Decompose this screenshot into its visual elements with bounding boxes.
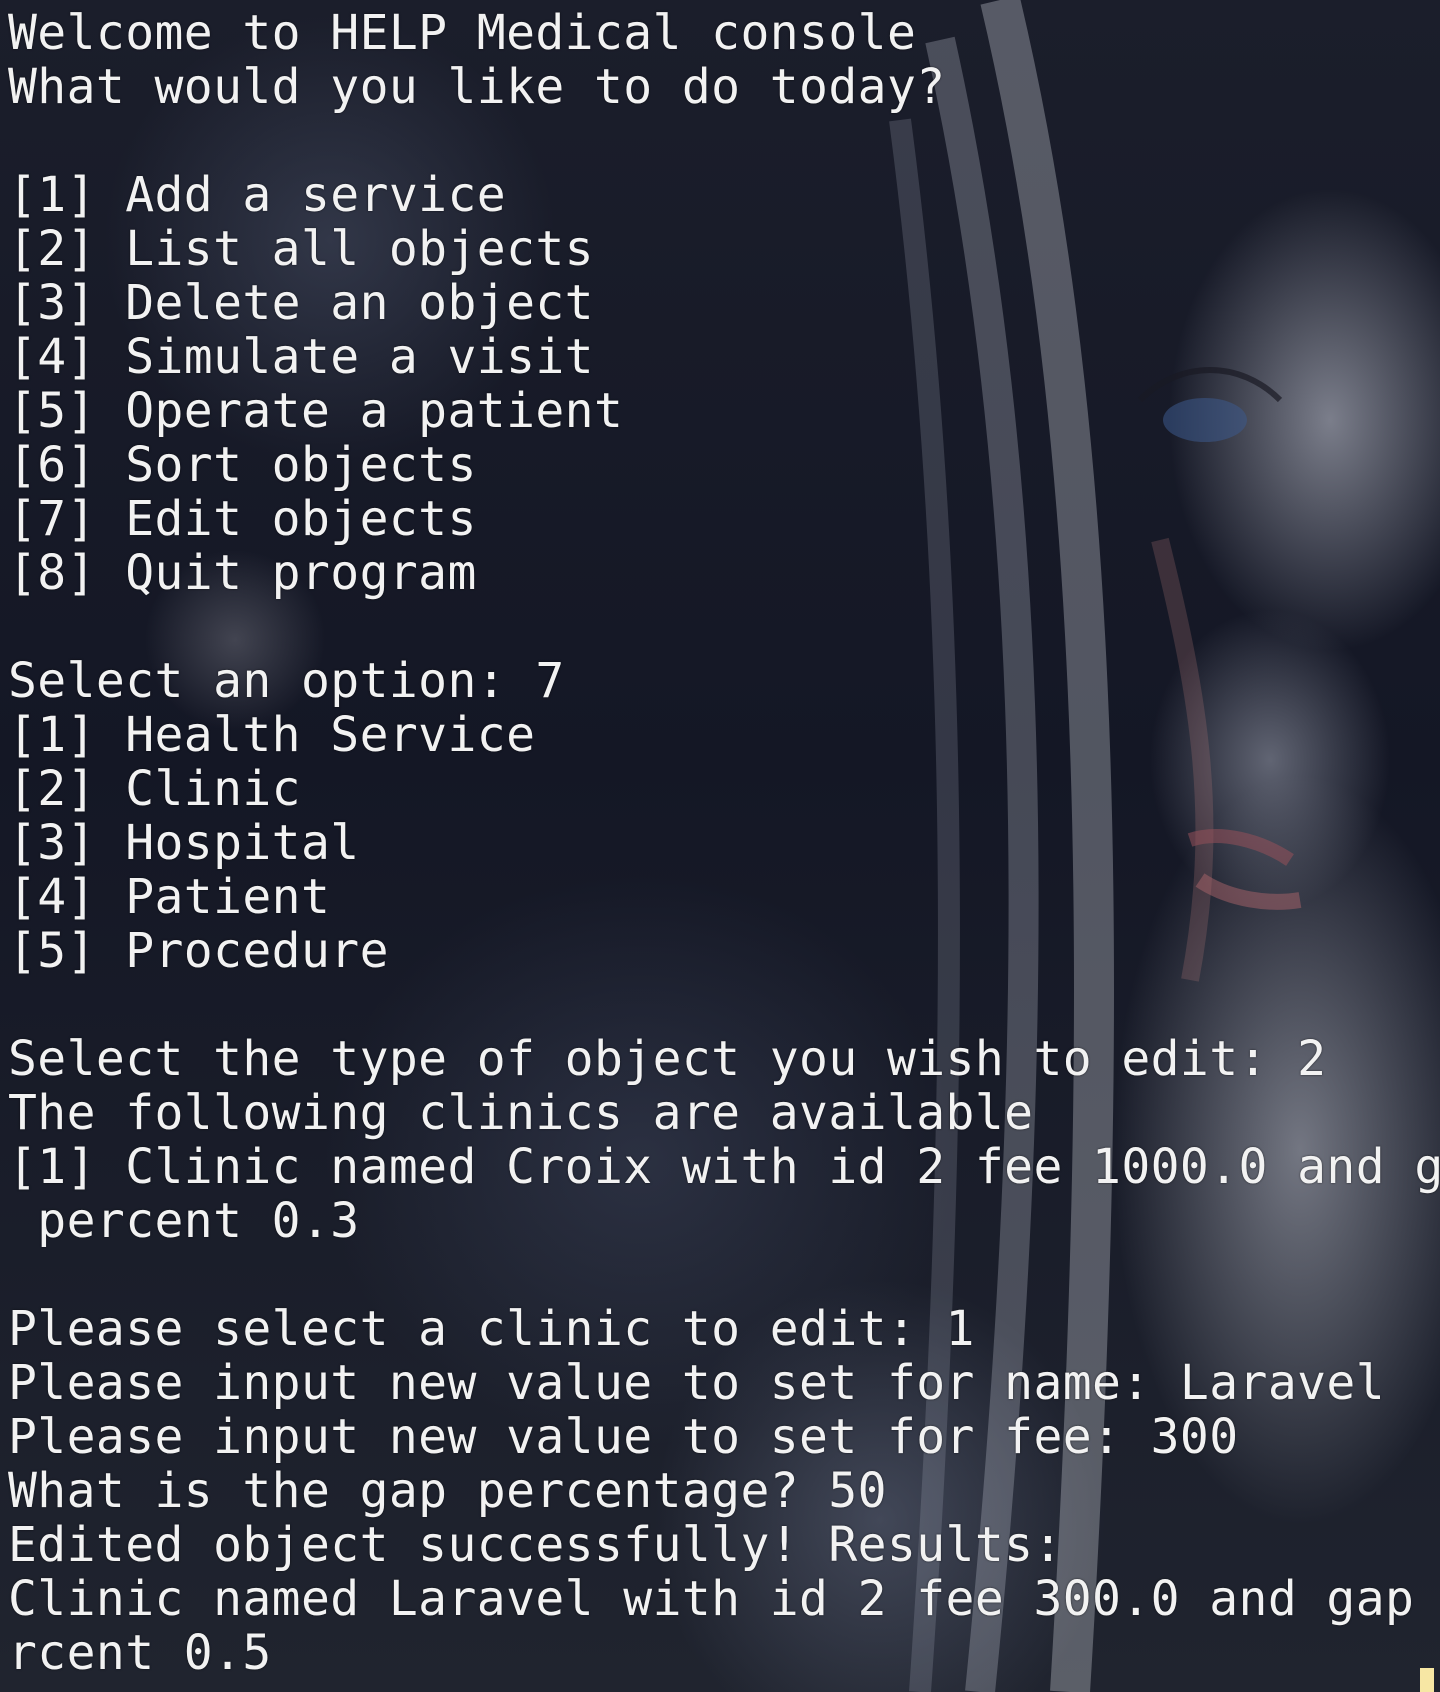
terminal-line: What would you like to do today?	[8, 59, 946, 115]
terminal-line: [4] Patient	[8, 869, 331, 925]
terminal-line: [5] Procedure	[8, 923, 389, 979]
terminal-line: percent 0.3	[8, 1193, 360, 1249]
terminal-line: What is the gap percentage? 50	[8, 1463, 887, 1519]
terminal-line: [5] Operate a patient	[8, 383, 624, 439]
terminal-line: [6] Sort objects	[8, 437, 477, 493]
terminal-line: Select the type of object you wish to ed…	[8, 1031, 1327, 1087]
terminal-line: [3] Delete an object	[8, 275, 594, 331]
terminal-cursor	[1420, 1668, 1434, 1692]
terminal-line: [1] Health Service	[8, 707, 536, 763]
terminal-line: The following clinics are available	[8, 1085, 1034, 1141]
terminal-line: [2] Clinic	[8, 761, 301, 817]
terminal-line: Welcome to HELP Medical console	[8, 5, 917, 61]
terminal-line: Clinic named Laravel with id 2 fee 300.0…	[8, 1571, 1440, 1627]
terminal-line: [4] Simulate a visit	[8, 329, 594, 385]
terminal-line: [3] Hospital	[8, 815, 360, 871]
terminal-line: Edited object successfully! Results:	[8, 1517, 1063, 1573]
terminal-line: [1] Clinic named Croix with id 2 fee 100…	[8, 1139, 1440, 1195]
terminal-line: Please input new value to set for name: …	[8, 1355, 1386, 1411]
terminal-line: [8] Quit program	[8, 545, 477, 601]
terminal-line: [2] List all objects	[8, 221, 594, 277]
terminal-output: Welcome to HELP Medical console What woul…	[8, 5, 1440, 1681]
terminal-line: rcent 0.5	[8, 1625, 272, 1681]
terminal-line: Select an option: 7	[8, 653, 565, 709]
terminal-line: [1] Add a service	[8, 167, 507, 223]
terminal-line: Please select a clinic to edit: 1	[8, 1301, 975, 1357]
terminal-line: Please input new value to set for fee: 3…	[8, 1409, 1239, 1465]
terminal-line: [7] Edit objects	[8, 491, 477, 547]
